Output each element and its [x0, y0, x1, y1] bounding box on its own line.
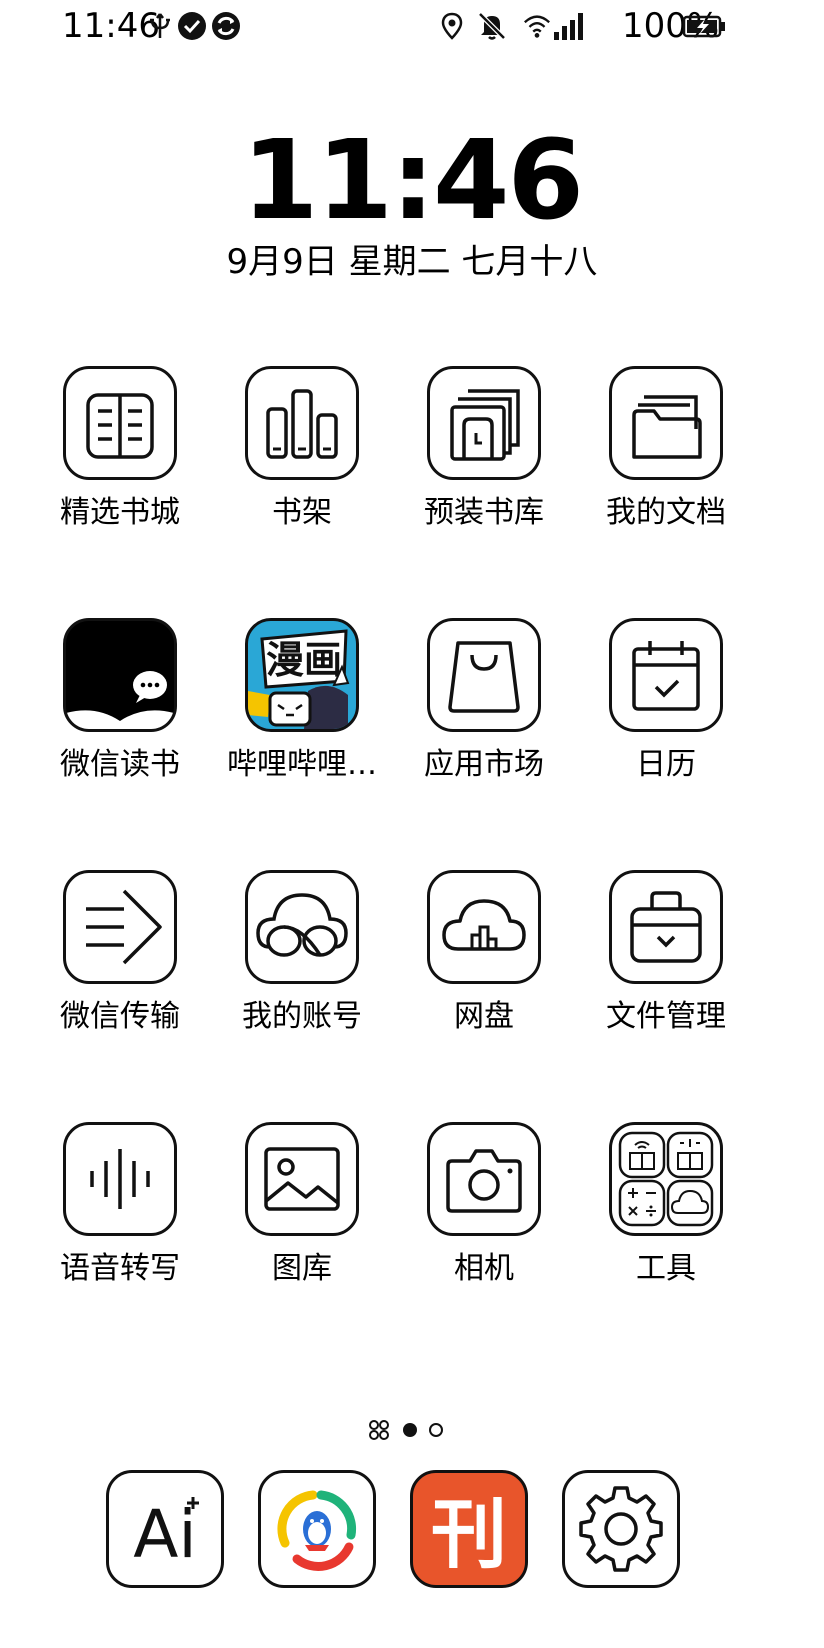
file-manager-icon — [609, 870, 723, 984]
app-wenjian-guanli[interactable]: 文件管理 — [576, 870, 752, 1046]
kan-app-icon: 刊 — [431, 1490, 507, 1579]
bilibili-icon-text: 漫画 — [266, 638, 342, 682]
app-label: 书架 — [272, 495, 332, 530]
page-dot[interactable] — [429, 1423, 443, 1437]
wifi-icon — [524, 15, 550, 38]
app-label: 工具 — [636, 1251, 696, 1286]
app-weixin-dushu[interactable]: 微信读书 — [30, 618, 206, 794]
app-rili[interactable]: 日历 — [576, 618, 752, 794]
app-gongju[interactable]: 工具 — [576, 1122, 752, 1298]
app-label: 应用市场 — [424, 747, 544, 782]
app-wangpan[interactable]: 网盘 — [394, 870, 570, 1046]
open-book-icon — [63, 366, 177, 480]
preinstalled-library-icon — [427, 366, 541, 480]
app-jingxuan-shucheng[interactable]: 精选书城 — [30, 366, 206, 542]
settings-gear-icon — [579, 1486, 663, 1572]
app-label: 微信读书 — [60, 747, 180, 782]
app-label: 精选书城 — [60, 495, 180, 530]
bilibili-comics-icon: 漫画 — [245, 618, 359, 732]
app-shujia[interactable]: 书架 — [212, 366, 388, 542]
bookshelf-icon — [245, 366, 359, 480]
battery-charging-icon — [682, 15, 725, 38]
calendar-icon — [609, 618, 723, 732]
sync-circle-icon — [212, 12, 240, 40]
dock-ai-assistant[interactable]: Ai — [106, 1470, 224, 1588]
arrow-transfer-icon — [63, 870, 177, 984]
ai-icon-text: Ai — [133, 1496, 197, 1573]
shopping-bag-icon — [427, 618, 541, 732]
app-label: 文件管理 — [606, 999, 726, 1034]
app-label: 日历 — [636, 747, 696, 782]
cloud-drive-icon — [427, 870, 541, 984]
app-label: 微信传输 — [60, 999, 180, 1034]
location-icon — [441, 12, 463, 40]
app-yuyin-zhuanxie[interactable]: 语音转写 — [30, 1122, 206, 1298]
camera-icon — [427, 1122, 541, 1236]
lock-clock: 11:46 — [241, 116, 584, 244]
tencent-news-icon — [277, 1490, 357, 1571]
app-label: 我的账号 — [242, 999, 362, 1034]
kan-icon-text: 刊 — [431, 1490, 507, 1579]
lock-date: 9月9日 星期二 七月十八 — [226, 242, 598, 282]
app-bilibili-manhua[interactable]: 漫画 哔哩哔哩… — [212, 618, 388, 794]
page-indicator[interactable] — [368, 1418, 458, 1442]
status-bar: 11:46 100% — [0, 0, 824, 54]
usb-icon — [150, 13, 170, 38]
app-yuzhuang-shuku[interactable]: 预装书库 — [394, 366, 570, 542]
dock-settings[interactable] — [562, 1470, 680, 1588]
app-weixin-chuanshu[interactable]: 微信传输 — [30, 870, 206, 1046]
app-wode-zhanghao[interactable]: 我的账号 — [212, 870, 388, 1046]
voice-wave-icon — [63, 1122, 177, 1236]
mute-bell-icon — [478, 12, 506, 40]
dock-tencent-news[interactable] — [258, 1470, 376, 1588]
app-label: 语音转写 — [60, 1251, 180, 1286]
cloud-account-icon — [245, 870, 359, 984]
app-label: 相机 — [454, 1251, 514, 1286]
check-circle-icon — [178, 12, 206, 40]
ai-assistant-icon: Ai — [133, 1496, 199, 1573]
signal-icon — [554, 13, 583, 40]
app-wode-wendang[interactable]: 我的文档 — [576, 366, 752, 542]
app-yingyong-shichang[interactable]: 应用市场 — [394, 618, 570, 794]
app-label: 哔哩哔哩… — [227, 747, 377, 782]
app-label: 预装书库 — [424, 495, 544, 530]
page-dot-active[interactable] — [403, 1423, 417, 1437]
gallery-icon — [245, 1122, 359, 1236]
wechat-read-icon — [63, 618, 177, 732]
dock-kan-app[interactable]: 刊 — [410, 1470, 528, 1588]
folder-icon — [609, 366, 723, 480]
app-tuku[interactable]: 图库 — [212, 1122, 388, 1298]
tools-folder-icon — [609, 1122, 723, 1236]
app-label: 我的文档 — [606, 495, 726, 530]
grid-view-icon[interactable] — [369, 1420, 389, 1440]
app-label: 网盘 — [454, 999, 514, 1034]
app-label: 图库 — [272, 1251, 332, 1286]
app-xiangji[interactable]: 相机 — [394, 1122, 570, 1298]
